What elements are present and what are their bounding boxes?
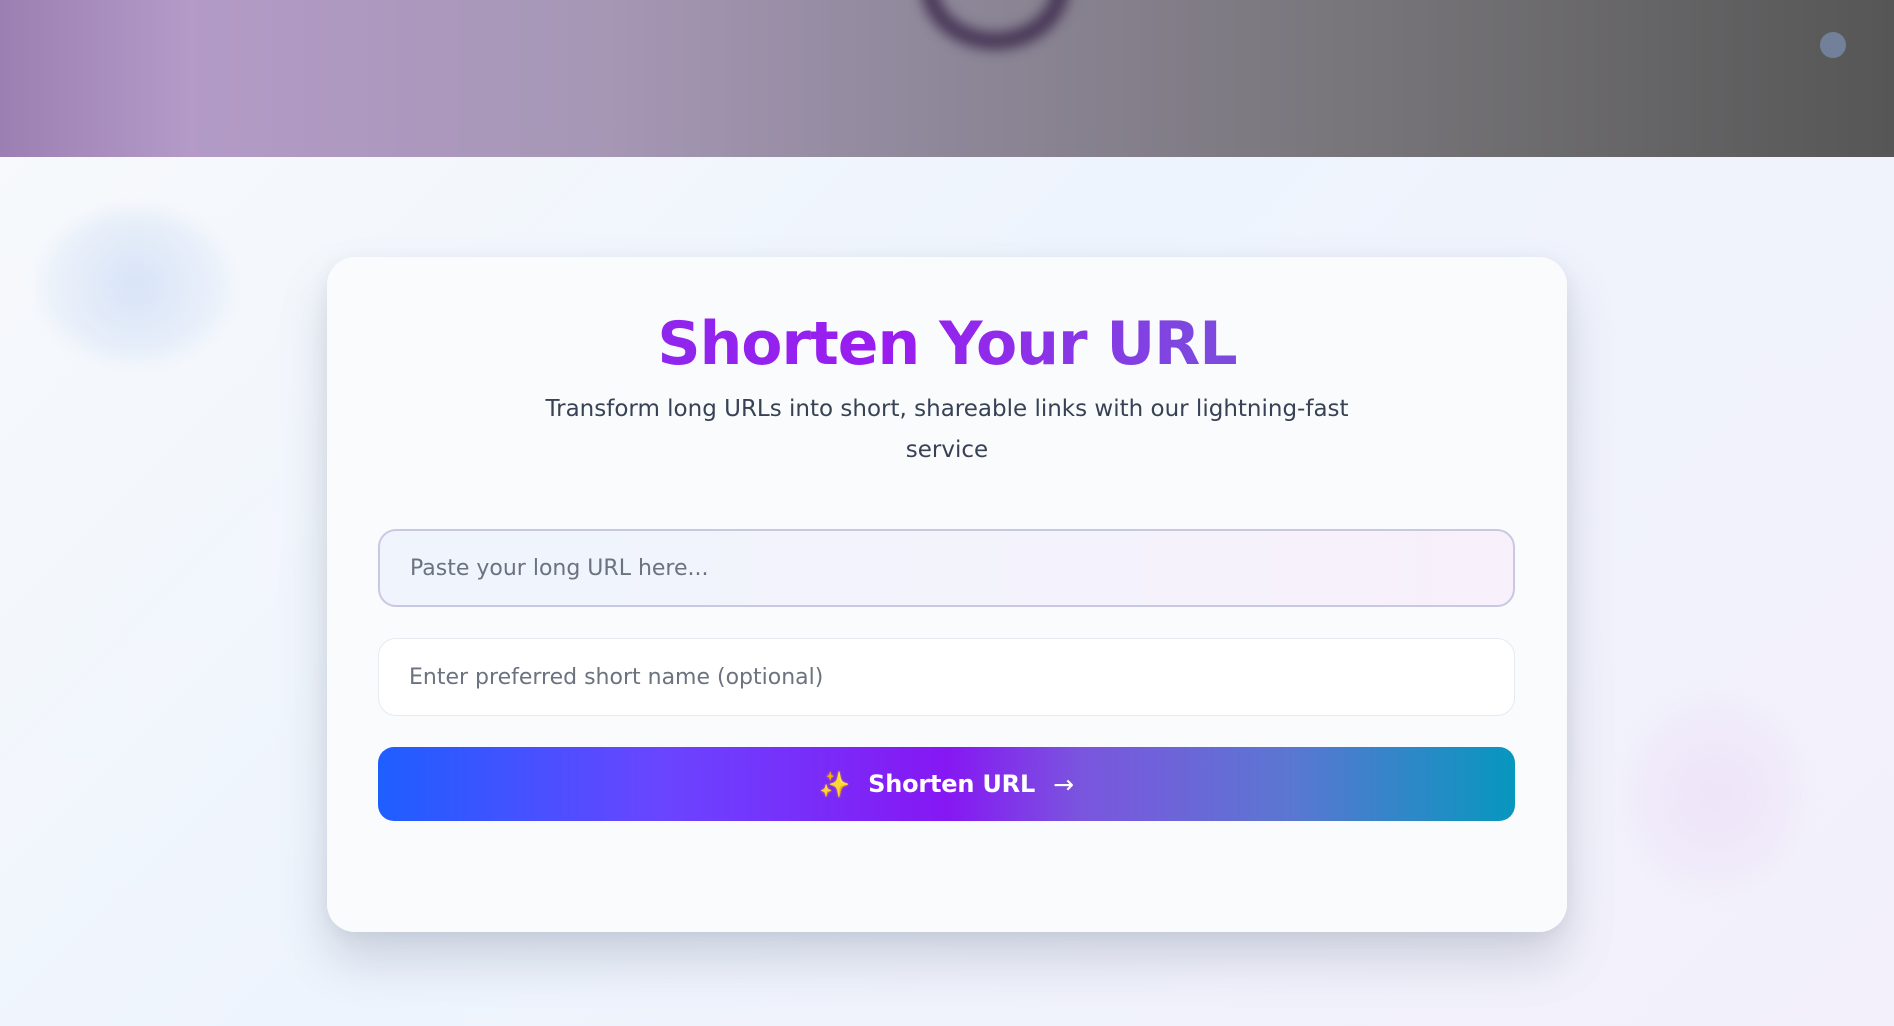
hero-ring-shape — [920, 0, 1070, 50]
arrow-right-icon: → — [1053, 769, 1075, 799]
hero-banner — [0, 0, 1894, 157]
url-shortener-card: Shorten Your URL Transform long URLs int… — [327, 257, 1567, 932]
sparkle-icon: ✨ — [818, 769, 851, 799]
page-title: Shorten Your URL — [327, 307, 1567, 381]
shorten-url-button-label: Shorten URL — [868, 770, 1036, 798]
page-subtitle: Transform long URLs into short, shareabl… — [545, 396, 1349, 463]
short-name-input[interactable] — [378, 638, 1515, 716]
shorten-url-button[interactable]: ✨ Shorten URL → — [378, 747, 1515, 821]
hero-dot-icon — [1820, 32, 1846, 58]
long-url-input[interactable] — [378, 529, 1515, 607]
background-orb-left — [40, 210, 230, 360]
background-orb-right — [1630, 700, 1800, 890]
